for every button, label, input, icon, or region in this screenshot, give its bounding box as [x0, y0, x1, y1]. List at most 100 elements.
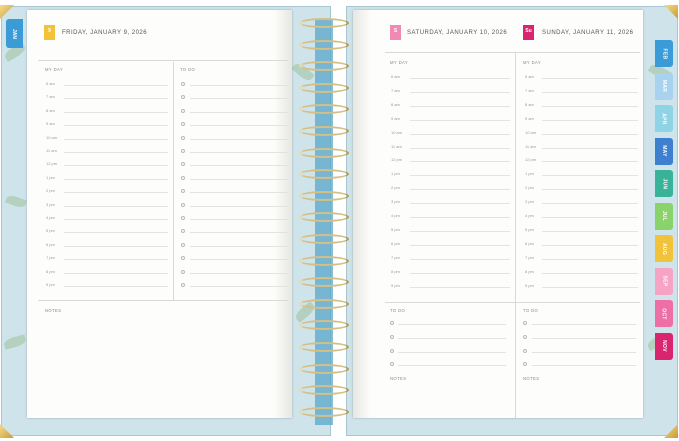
month-tab-oct[interactable]: OCT [655, 300, 673, 327]
time-slot-line[interactable] [542, 161, 638, 163]
time-slot-line[interactable] [64, 205, 168, 207]
time-slot-line[interactable] [542, 272, 638, 274]
time-slot-line[interactable] [410, 189, 510, 191]
time-slot-line[interactable] [542, 119, 638, 121]
time-slot-line[interactable] [410, 147, 510, 149]
todo-checkbox[interactable] [181, 216, 185, 220]
time-slot-line[interactable] [410, 175, 510, 177]
month-tab-nov[interactable]: NOV [655, 332, 673, 360]
todo-line[interactable] [190, 245, 288, 247]
time-slot-line[interactable] [410, 244, 510, 246]
month-tab-sep[interactable]: SEP [655, 267, 673, 295]
time-slot-line[interactable] [64, 98, 168, 100]
time-slot-line[interactable] [410, 203, 510, 205]
time-slot-line[interactable] [64, 152, 168, 153]
month-tab-jul[interactable]: JUL [655, 202, 673, 230]
time-slot-line[interactable] [64, 111, 168, 113]
todo-line[interactable] [398, 324, 506, 325]
todo-line[interactable] [190, 85, 288, 86]
todo-line[interactable] [398, 337, 506, 339]
time-slot-line[interactable] [542, 244, 638, 246]
month-tab-feb[interactable]: FEB [655, 40, 673, 67]
month-tab-mar[interactable]: MAR [655, 72, 673, 100]
time-slot-line[interactable] [542, 78, 638, 79]
time-slot-line[interactable] [542, 258, 638, 260]
todo-line[interactable] [398, 351, 506, 353]
todo-line[interactable] [190, 152, 288, 153]
todo-line[interactable] [190, 272, 288, 274]
time-slot-line[interactable] [64, 232, 168, 234]
time-slot-line[interactable] [410, 161, 510, 163]
todo-line[interactable] [398, 365, 506, 367]
todo-line[interactable] [190, 219, 288, 220]
time-slot-line[interactable] [64, 125, 168, 127]
time-slot-line[interactable] [64, 165, 168, 167]
time-slot-line[interactable] [410, 258, 510, 260]
month-tab-aug[interactable]: AUG [655, 235, 673, 262]
todo-line[interactable] [190, 125, 288, 127]
time-slot-line[interactable] [542, 230, 638, 232]
time-slot-line[interactable] [64, 219, 168, 220]
todo-checkbox[interactable] [181, 149, 185, 153]
time-slot-line[interactable] [542, 175, 638, 177]
time-slot-line[interactable] [64, 138, 168, 140]
time-slot-line[interactable] [410, 133, 510, 135]
todo-line[interactable] [190, 178, 288, 180]
todo-checkbox[interactable] [181, 108, 185, 113]
todo-line[interactable] [532, 365, 636, 367]
todo-checkbox[interactable] [181, 269, 185, 274]
todo-line[interactable] [532, 337, 636, 339]
time-slot-line[interactable] [542, 105, 638, 107]
month-tab-apr[interactable]: APR [655, 105, 673, 132]
todo-line[interactable] [190, 138, 288, 140]
todo-checkbox[interactable] [181, 175, 185, 180]
todo-checkbox[interactable] [390, 348, 394, 353]
todo-line[interactable] [190, 98, 288, 100]
time-slot-line[interactable] [542, 147, 638, 149]
time-slot-line[interactable] [410, 119, 510, 121]
time-slot-line[interactable] [542, 203, 638, 205]
time-slot-line[interactable] [542, 217, 638, 218]
time-slot-line[interactable] [410, 91, 510, 93]
todo-checkbox[interactable] [523, 334, 527, 339]
month-tab-jan[interactable]: JAN [6, 19, 23, 48]
todo-checkbox[interactable] [390, 334, 394, 339]
todo-checkbox[interactable] [523, 321, 527, 325]
todo-checkbox[interactable] [390, 321, 394, 325]
month-tab-jun[interactable]: JUN [655, 170, 673, 197]
todo-line[interactable] [190, 111, 288, 113]
todo-checkbox[interactable] [181, 242, 185, 247]
time-slot-line[interactable] [410, 78, 510, 79]
todo-checkbox[interactable] [181, 283, 185, 287]
todo-line[interactable] [190, 192, 288, 194]
time-slot-line[interactable] [64, 286, 168, 287]
time-slot-line[interactable] [64, 245, 168, 247]
todo-line[interactable] [190, 165, 288, 167]
time-slot-line[interactable] [64, 85, 168, 86]
time-slot-line[interactable] [64, 272, 168, 274]
time-slot-line[interactable] [410, 230, 510, 232]
todo-checkbox[interactable] [181, 82, 185, 86]
time-slot-line[interactable] [410, 272, 510, 274]
date-badge-label: 9 [48, 28, 51, 34]
time-slot-line[interactable] [542, 91, 638, 93]
time-slot-line[interactable] [410, 105, 510, 107]
time-slot-line[interactable] [64, 178, 168, 180]
todo-checkbox[interactable] [181, 202, 185, 207]
time-slot-line[interactable] [64, 259, 168, 261]
todo-line[interactable] [190, 232, 288, 234]
time-slot-line[interactable] [410, 286, 510, 288]
todo-line[interactable] [190, 205, 288, 207]
todo-checkbox[interactable] [181, 135, 185, 140]
time-slot-line[interactable] [410, 217, 510, 218]
time-slot-line[interactable] [542, 189, 638, 191]
todo-line[interactable] [190, 286, 288, 287]
todo-checkbox[interactable] [523, 348, 527, 353]
month-tab-may[interactable]: MAY [655, 137, 673, 165]
todo-line[interactable] [532, 324, 636, 325]
todo-line[interactable] [190, 259, 288, 261]
todo-line[interactable] [532, 351, 636, 353]
time-slot-line[interactable] [64, 192, 168, 194]
time-slot-line[interactable] [542, 286, 638, 288]
time-slot-line[interactable] [542, 133, 638, 135]
